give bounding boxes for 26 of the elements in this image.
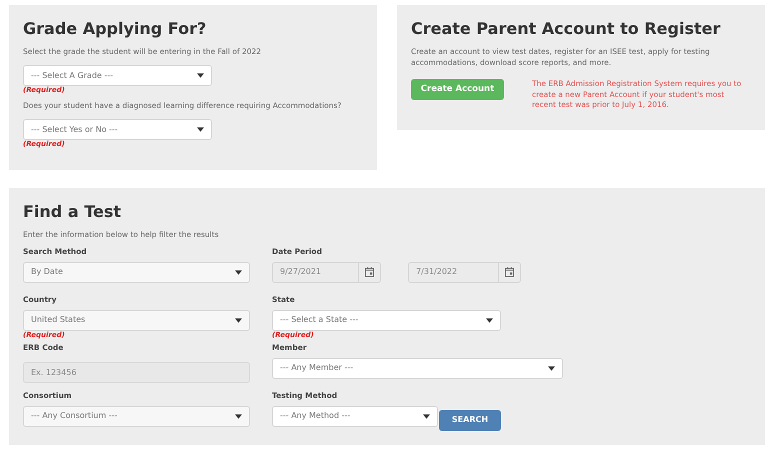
caret-icon [235,270,242,275]
panel-title: Find a Test [23,202,122,222]
caret-icon [423,414,430,419]
select-field[interactable]: --- Select A Grade --- [23,65,212,86]
select-field[interactable]: --- Select a State --- [272,310,501,331]
caret-icon [197,73,204,78]
select-field[interactable]: --- Select Yes or No --- [23,119,212,140]
select-field[interactable]: --- Any Member --- [272,358,563,379]
calendar-icon [505,267,514,278]
panel-title: Grade Applying For? [23,19,208,38]
create-account-button[interactable]: Create Account [411,78,504,100]
panel-title: Create Parent Account to Register [411,19,722,38]
caret-icon [197,127,204,132]
date-field[interactable]: 7/31/2022 [408,262,521,283]
select-field[interactable]: --- Any Method --- [272,406,438,427]
select-field[interactable]: By Date [23,262,250,283]
caret-icon [235,414,242,419]
search-button[interactable]: SEARCH [439,410,501,431]
caret-icon [548,366,555,371]
erb-code-field[interactable]: Ex. 123456 [23,362,250,383]
select-field[interactable]: United States [23,310,250,331]
select-field[interactable]: --- Any Consortium --- [23,406,250,427]
caret-icon [235,318,242,323]
calendar-icon [365,267,374,278]
date-field[interactable]: 9/27/2021 [272,262,382,283]
caret-icon [486,318,493,323]
